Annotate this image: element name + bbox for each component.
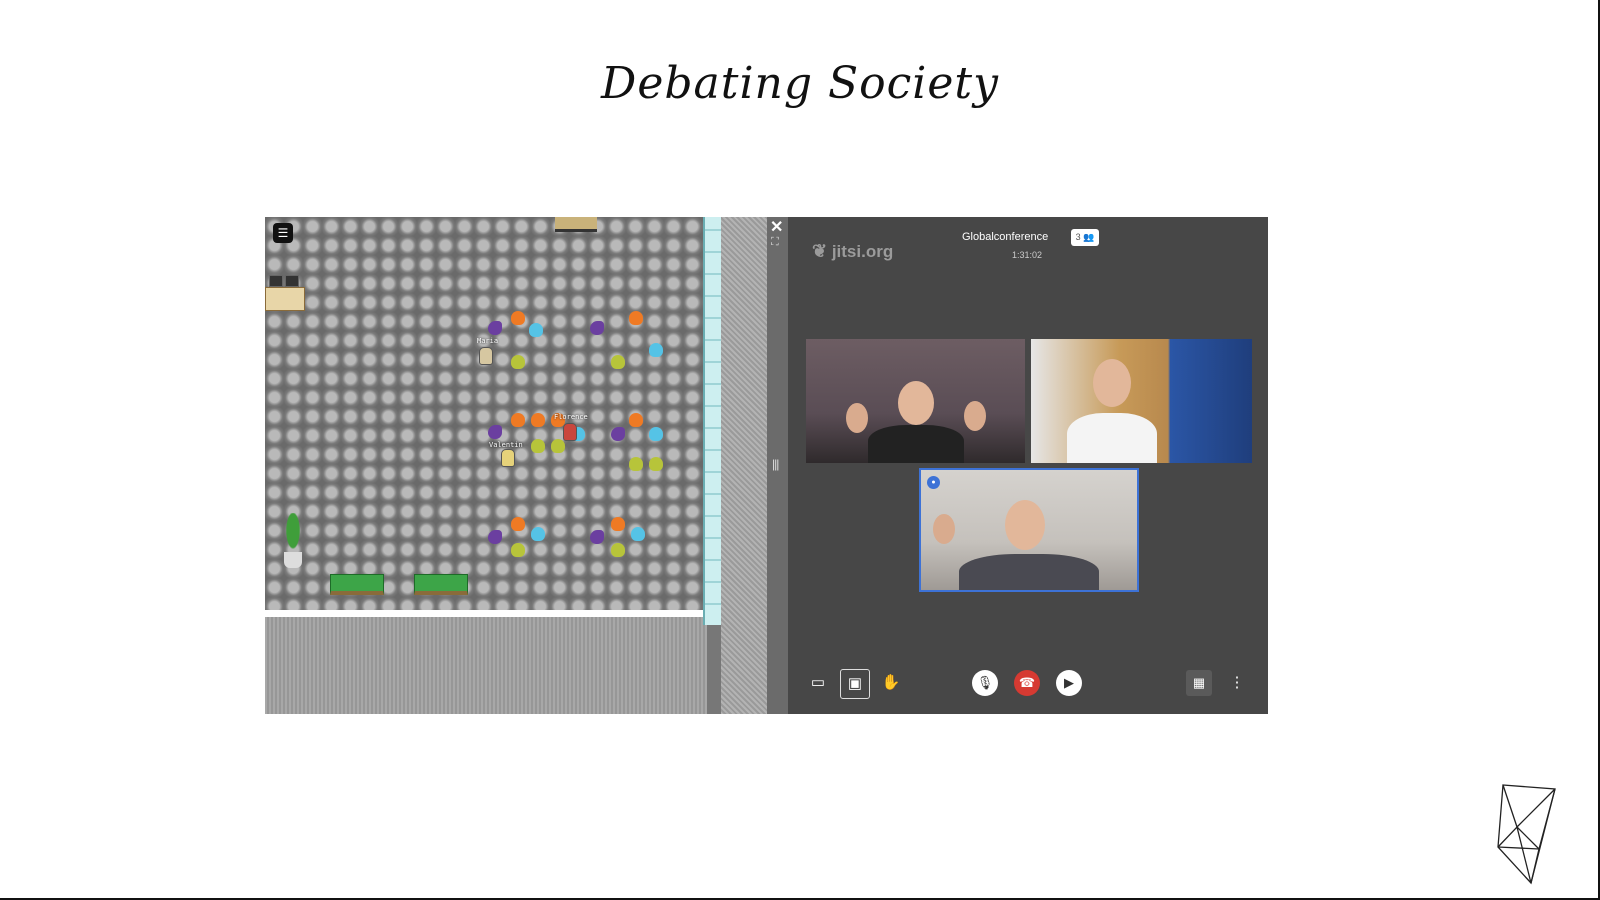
beanbag: [551, 439, 565, 453]
player-name: Florence: [554, 413, 588, 421]
beanbag: [529, 323, 543, 337]
beanbag: [649, 457, 663, 471]
beanbag: [511, 355, 525, 369]
raise-hand-icon[interactable]: ✋: [878, 670, 904, 696]
beanbag: [488, 425, 502, 439]
close-icon[interactable]: ✕: [770, 217, 783, 237]
beanbag: [649, 427, 663, 441]
game-map[interactable]: ☰ Maria Florence Valentin: [265, 217, 707, 622]
video-tile-local[interactable]: ●: [919, 468, 1139, 592]
video-tile-participant-1[interactable]: [806, 339, 1025, 463]
people-icon: 👥: [1083, 232, 1095, 242]
participant-body: [959, 554, 1099, 590]
participant-count: 3: [1075, 232, 1081, 242]
bench: [330, 574, 384, 595]
player-name: Maria: [477, 337, 499, 345]
jitsi-logo-text: jitsi.org: [831, 242, 894, 261]
beanbag: [611, 427, 625, 441]
beanbag: [531, 527, 545, 541]
jitsi-logo: ❦ jitsi.org: [812, 241, 894, 261]
fullscreen-icon[interactable]: ⛶: [771, 236, 779, 249]
beanbag: [511, 517, 525, 531]
camera-icon[interactable]: ▶: [1056, 670, 1082, 696]
participant-body: [868, 425, 964, 463]
monitor: [269, 275, 283, 287]
beanbag: [629, 413, 643, 427]
elapsed-time: 1:31:02: [1012, 250, 1043, 260]
monitor: [285, 275, 299, 287]
outdoor-ground: [265, 617, 707, 714]
beanbag: [511, 311, 525, 325]
screenshot-frame: ☰ Maria Florence Valentin ✕ ⛶ ||| ❦ jits…: [265, 217, 1268, 714]
gravel-path: [721, 217, 767, 714]
brand-logo-icon: [1497, 784, 1556, 885]
resize-handle[interactable]: |||: [772, 457, 779, 471]
microphone-icon[interactable]: 🎙: [972, 670, 998, 696]
participant-count-badge[interactable]: 3 👥: [1071, 229, 1099, 246]
conference-name: Globalconference: [962, 231, 1049, 243]
beanbag: [590, 321, 604, 335]
video-tile-participant-2[interactable]: [1031, 339, 1252, 463]
menu-icon[interactable]: ☰: [273, 223, 293, 243]
beanbag: [611, 517, 625, 531]
participant-body: [1067, 413, 1157, 463]
beanbag: [531, 413, 545, 427]
beanbag: [631, 527, 645, 541]
beanbag: [511, 413, 525, 427]
hand: [964, 401, 986, 431]
hand: [933, 514, 955, 544]
beanbag: [511, 543, 525, 557]
beanbag: [649, 343, 663, 357]
plant: [283, 513, 303, 557]
slide-title: Debating Society: [601, 58, 999, 109]
player-avatar[interactable]: [563, 423, 577, 441]
beanbag: [488, 321, 502, 335]
player-name: Valentin: [489, 441, 523, 449]
beanbag: [590, 530, 604, 544]
hangup-icon[interactable]: ☎: [1014, 670, 1040, 696]
participant-face: [898, 381, 934, 425]
desk: [265, 287, 305, 311]
screen-share-icon[interactable]: ▣: [840, 669, 870, 699]
beanbag: [531, 439, 545, 453]
beanbag: [611, 543, 625, 557]
hand: [846, 403, 868, 433]
player-avatar[interactable]: [479, 347, 493, 365]
player-avatar[interactable]: [501, 449, 515, 467]
participant-face: [1005, 500, 1045, 550]
chat-icon[interactable]: ▭: [805, 670, 831, 696]
more-icon[interactable]: ⋮: [1224, 670, 1250, 696]
beanbag: [629, 311, 643, 325]
tile-view-icon[interactable]: ▦: [1186, 670, 1212, 696]
beanbag: [488, 530, 502, 544]
beanbag: [611, 355, 625, 369]
participant-face: [1093, 359, 1131, 407]
video-conference-panel: ❦ jitsi.org Globalconference 3 👥 1:31:02…: [788, 217, 1268, 714]
glass-wall: [703, 217, 723, 625]
table: [555, 217, 597, 232]
bench: [414, 574, 468, 595]
plant-pot: [284, 552, 302, 568]
beanbag: [629, 457, 643, 471]
avatar-badge-icon: ●: [927, 476, 940, 489]
